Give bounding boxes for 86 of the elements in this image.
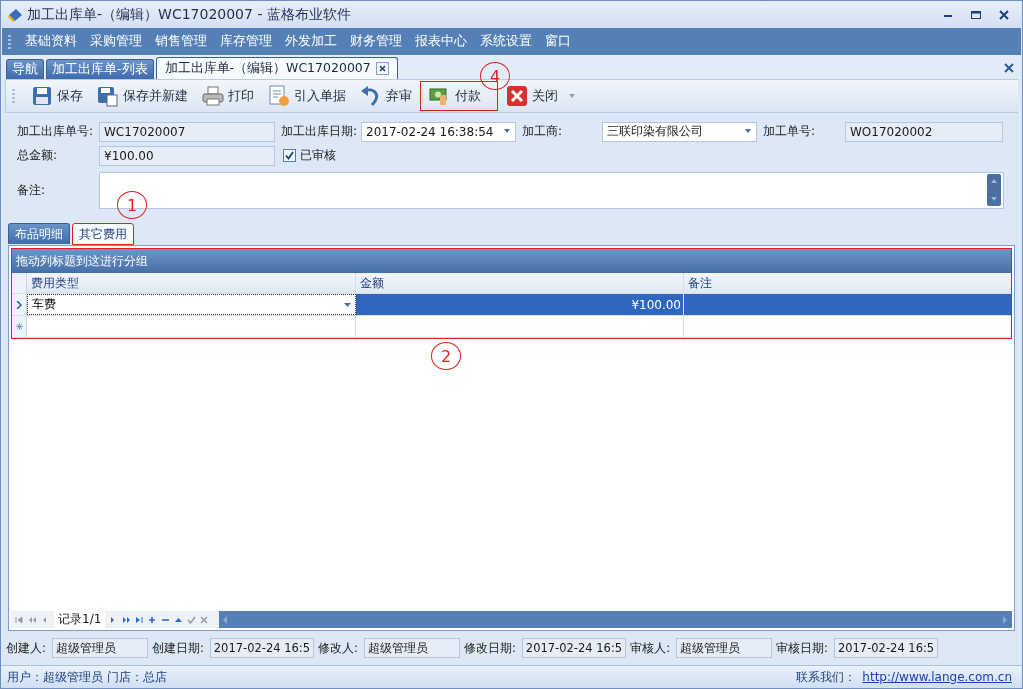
chevron-right-icon <box>16 300 22 309</box>
checkmark-icon[interactable] <box>187 615 197 624</box>
tab[interactable]: 其它费用 <box>72 223 134 245</box>
next-page-icon[interactable] <box>122 615 132 624</box>
menu-item[interactable]: 报表中心 <box>409 33 474 50</box>
field-label: 总金额: <box>17 147 59 164</box>
toolbar-button[interactable]: 付款 <box>420 81 498 111</box>
field-label: 创建日期: <box>151 640 204 656</box>
field-label: 审核日期: <box>776 640 828 656</box>
read-only-field: 2017-02-24 16:5 <box>833 638 939 658</box>
maximize-icon[interactable] <box>970 8 982 21</box>
cancel-icon[interactable] <box>200 615 210 624</box>
column-header[interactable]: 费用类型 <box>27 273 356 293</box>
field-label: 审核人: <box>630 640 670 656</box>
triangle-up-icon[interactable] <box>174 615 184 624</box>
document-hand-icon <box>268 85 290 107</box>
menu-item[interactable]: 采购管理 <box>84 33 149 50</box>
dropdown-arrow-icon[interactable] <box>568 93 576 99</box>
dropdown-field[interactable]: 三联印染有限公司 <box>602 121 757 142</box>
document-tab[interactable]: 加工出库单-（编辑）WC17020007 <box>155 57 398 79</box>
tab[interactable]: 布品明细 <box>8 223 70 244</box>
document-tab[interactable]: 加工出库单-列表 <box>46 59 154 79</box>
read-only-field: 超级管理员 <box>676 638 772 658</box>
cell-dropdown-editor[interactable]: 车费 <box>27 294 356 315</box>
grip-handle[interactable] <box>8 34 11 49</box>
table-cell: ¥100.00 <box>356 294 684 315</box>
read-only-field: 2017-02-24 16:5 <box>521 638 627 658</box>
column-header[interactable]: 备注 <box>684 273 1011 293</box>
window-title: 加工出库单-（编辑）WC17020007 - 蓝格布业软件 <box>27 5 351 24</box>
field-label: 加工商: <box>522 123 564 140</box>
toolbar-button[interactable]: 引入单据 <box>262 81 352 111</box>
previous-page-icon[interactable] <box>28 615 37 624</box>
menu-item[interactable]: 财务管理 <box>344 33 409 50</box>
group-panel: 拖动列标题到这进行分组 <box>12 249 1011 273</box>
field-label: 加工单号: <box>763 123 817 140</box>
read-only-field: 超级管理员 <box>51 638 148 658</box>
close-icon[interactable] <box>375 62 389 75</box>
field-label: 加工出库单号: <box>17 123 95 140</box>
read-only-field: WO17020002 <box>845 121 1003 142</box>
remark-field[interactable] <box>99 171 1004 209</box>
field-label: 加工出库日期: <box>281 123 359 140</box>
field-label: 修改人: <box>318 640 358 656</box>
dropdown-arrow-icon <box>344 302 351 307</box>
dropdown-arrow-icon <box>503 129 511 134</box>
menu-item[interactable]: 基础资料 <box>19 33 84 50</box>
menu-item[interactable]: 外发加工 <box>279 33 344 50</box>
printer-icon <box>202 85 224 107</box>
website-link[interactable]: http://www.lange.com.cn <box>862 670 1012 684</box>
menu-item[interactable]: 库存管理 <box>214 33 279 50</box>
floppy-disk-plus-icon <box>97 85 119 107</box>
field-label: 备注: <box>17 181 47 199</box>
close-icon <box>506 85 528 107</box>
read-only-field: ¥100.00 <box>99 145 275 166</box>
toolbar-button[interactable]: 保存并新建 <box>91 81 194 111</box>
close-icon[interactable] <box>998 8 1010 21</box>
read-only-field: 2017-02-24 16:5 <box>209 638 315 658</box>
scrollbar-icon <box>987 174 1001 206</box>
asterisk-icon <box>15 323 23 330</box>
dropdown-field[interactable]: 2017-02-24 16:38:54 <box>361 121 516 142</box>
grip-handle[interactable] <box>12 89 15 103</box>
status-text: 联系我们： <box>796 668 857 686</box>
scroll-left-icon <box>223 615 229 624</box>
read-only-field: WC17020007 <box>99 121 275 142</box>
scroll-right-icon <box>1003 615 1008 624</box>
menu-item[interactable]: 窗口 <box>539 33 578 50</box>
app-logo-icon <box>7 6 23 23</box>
status-text: 用户：超级管理员 门店：总店 <box>7 668 167 686</box>
field-label: 修改日期: <box>463 640 516 656</box>
toolbar-button[interactable]: 弃审 <box>354 81 418 111</box>
audited-checkbox[interactable]: 已审核 <box>283 147 336 164</box>
record-counter: 记录1/1 <box>54 611 106 628</box>
field-label: 创建人: <box>6 640 46 656</box>
document-tab[interactable]: 导航 <box>6 59 44 79</box>
add-icon[interactable] <box>148 615 158 624</box>
column-header[interactable]: 金额 <box>356 273 684 293</box>
horizontal-scrollbar[interactable] <box>219 611 1012 628</box>
menu-item[interactable]: 系统设置 <box>474 33 539 50</box>
read-only-field: 超级管理员 <box>363 638 460 658</box>
toolbar-button[interactable]: 打印 <box>196 81 260 111</box>
menu-item[interactable]: 销售管理 <box>149 33 214 50</box>
checkmark-icon <box>285 151 294 160</box>
dropdown-arrow-icon <box>744 129 752 134</box>
first-record-icon[interactable] <box>15 615 24 624</box>
toolbar-button[interactable]: 保存 <box>25 81 89 111</box>
last-record-icon[interactable] <box>135 615 145 624</box>
close-icon[interactable] <box>1004 63 1014 73</box>
